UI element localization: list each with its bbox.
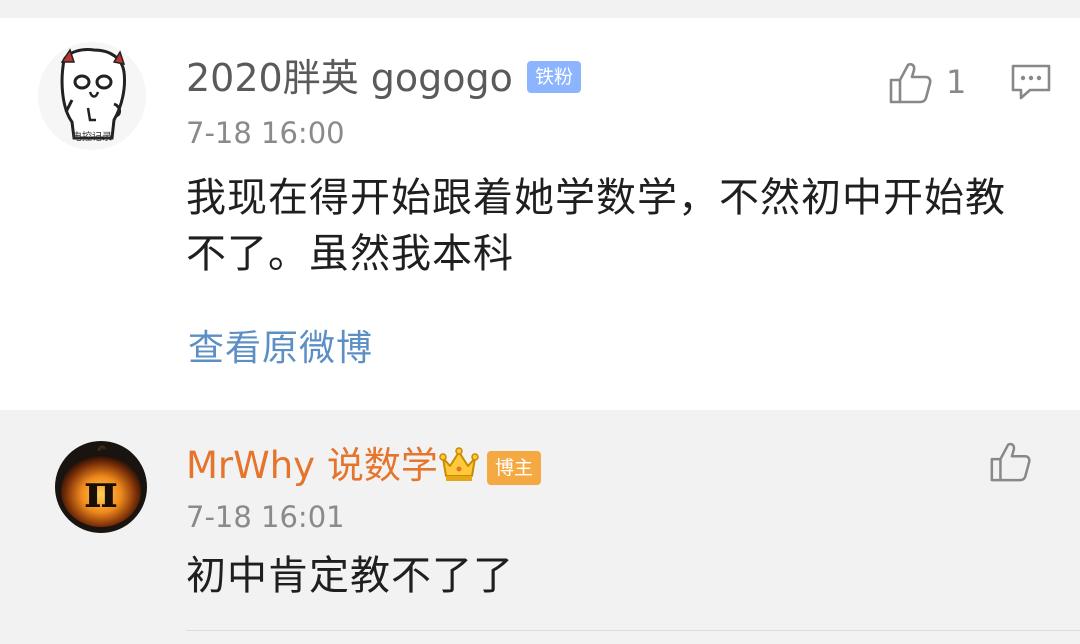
commenter-username[interactable]: 2020胖英 gogogo [186,56,513,100]
reply-section [0,410,1080,644]
thumbs-up-icon [889,62,932,104]
pumpkin-pi-icon: π [55,441,147,533]
like-button[interactable] [887,60,933,106]
comment-timestamp: 7-18 16:00 [186,116,345,150]
comment-text: 我现在得开始跟着她学数学，不然初中开始教不了。虽然我本科 [186,175,1006,277]
replier-username[interactable]: MrWhy 说数学 [186,444,438,488]
replier-avatar[interactable]: π [55,441,147,533]
avatar-caption: 电控记录 [72,132,112,143]
reply-like-button[interactable] [988,440,1032,484]
reply-button[interactable] [1010,62,1052,102]
thumbs-up-icon [990,442,1031,482]
like-count: 1 [946,63,967,101]
comment-bubble-icon [1011,64,1051,100]
view-original-link[interactable]: 查看原微博 [188,326,373,372]
reply-text: 初中肯定教不了了 [186,553,514,599]
reply-timestamp: 7-18 16:01 [186,500,345,534]
blogger-badge: 博主 [487,451,541,485]
crown-icon [438,444,480,484]
bottom-divider [186,630,1080,631]
top-divider-strip [0,0,1080,18]
fan-badge: 铁粉 [527,61,581,93]
pi-symbol: π [84,464,118,518]
